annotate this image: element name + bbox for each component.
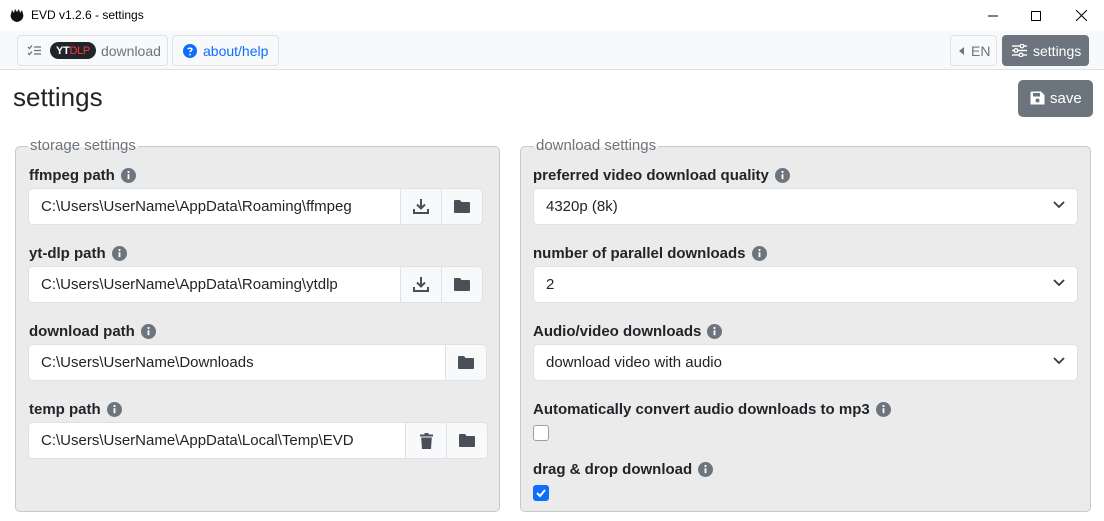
sliders-icon — [1012, 44, 1027, 57]
info-icon[interactable] — [774, 168, 790, 183]
download-settings-legend: download settings — [534, 137, 659, 155]
checkmark-icon — [536, 489, 546, 498]
info-icon[interactable] — [707, 324, 723, 339]
download-path-browse-button[interactable] — [446, 344, 487, 381]
av-select[interactable]: download video with audio — [533, 344, 1078, 381]
ffmpeg-download-button[interactable] — [401, 188, 442, 225]
download-settings-panel: download settings preferred video downlo… — [520, 137, 1091, 512]
app-logo-icon — [10, 9, 24, 22]
ytdlp-path-group: C:\Users\UserName\AppData\Roaming\ytdlp — [28, 266, 483, 303]
parallel-value: 2 — [546, 276, 555, 293]
ffmpeg-path-input[interactable]: C:\Users\UserName\AppData\Roaming\ffmpeg — [28, 188, 401, 225]
info-icon[interactable] — [106, 402, 122, 417]
close-icon — [1075, 10, 1087, 21]
download-path-input[interactable]: C:\Users\UserName\Downloads — [28, 344, 446, 381]
dragdrop-checkbox[interactable] — [533, 485, 549, 501]
about-help-button[interactable]: about/help — [172, 35, 279, 66]
folder-icon — [459, 434, 475, 447]
settings-tab-label: settings — [1033, 42, 1082, 59]
close-button[interactable] — [1058, 0, 1104, 31]
maximize-button[interactable] — [1013, 0, 1059, 31]
parallel-label-row: number of parallel downloads — [533, 245, 767, 262]
caret-left-icon — [959, 46, 964, 55]
chevron-down-icon — [1053, 279, 1065, 287]
parallel-label: number of parallel downloads — [533, 245, 746, 262]
window-title: EVD v1.2.6 - settings — [31, 8, 144, 22]
info-icon[interactable] — [111, 246, 127, 261]
quality-select[interactable]: 4320p (8k) — [533, 188, 1078, 225]
floppy-disk-icon — [1030, 91, 1045, 105]
av-label-row: Audio/video downloads — [533, 323, 723, 340]
download-tab-button[interactable]: YT DLP download — [17, 35, 168, 66]
download-tab-label: download — [100, 42, 161, 59]
ffmpeg-browse-button[interactable] — [442, 188, 483, 225]
info-icon[interactable] — [751, 246, 767, 261]
parallel-select[interactable]: 2 — [533, 266, 1078, 303]
save-label: save — [1050, 90, 1082, 107]
temp-path-label-row: temp path — [29, 401, 122, 418]
ffmpeg-path-group: C:\Users\UserName\AppData\Roaming\ffmpeg — [28, 188, 483, 225]
page-title: settings — [13, 82, 103, 112]
question-circle-icon — [183, 43, 197, 58]
window-titlebar: EVD v1.2.6 - settings — [0, 0, 1104, 31]
folder-icon — [454, 200, 470, 213]
ffmpeg-path-label: ffmpeg path — [29, 167, 115, 184]
folder-icon — [458, 356, 474, 369]
download-icon — [413, 277, 429, 292]
storage-settings-legend: storage settings — [28, 137, 138, 155]
mp3-label-row: Automatically convert audio downloads to… — [533, 401, 891, 418]
ytdlp-path-input[interactable]: C:\Users\UserName\AppData\Roaming\ytdlp — [28, 266, 401, 303]
quality-label: preferred video download quality — [533, 167, 769, 184]
temp-path-group: C:\Users\UserName\AppData\Local\Temp\EVD — [28, 422, 488, 459]
download-icon — [413, 199, 429, 214]
temp-path-input[interactable]: C:\Users\UserName\AppData\Local\Temp\EVD — [28, 422, 406, 459]
av-label: Audio/video downloads — [533, 323, 702, 340]
save-button[interactable]: save — [1018, 80, 1093, 117]
av-value: download video with audio — [546, 354, 722, 371]
info-icon[interactable] — [875, 402, 891, 417]
temp-clear-button[interactable] — [406, 422, 447, 459]
quality-label-row: preferred video download quality — [533, 167, 790, 184]
info-icon[interactable] — [698, 462, 714, 477]
storage-settings-panel: storage settings ffmpeg path C:\Users\Us… — [15, 137, 500, 512]
trash-icon — [419, 432, 433, 449]
settings-tab-button[interactable]: settings — [1002, 35, 1089, 66]
about-help-label: about/help — [203, 42, 269, 59]
ytdlp-path-label: yt-dlp path — [29, 245, 106, 262]
info-icon[interactable] — [140, 324, 156, 339]
ytdlp-download-button[interactable] — [401, 266, 442, 303]
ytdlp-path-label-row: yt-dlp path — [29, 245, 127, 262]
language-selector[interactable]: EN — [950, 35, 997, 66]
dragdrop-label-row: drag & drop download — [533, 461, 714, 478]
download-path-label: download path — [29, 323, 135, 340]
dragdrop-label: drag & drop download — [533, 461, 693, 478]
language-label: EN — [971, 42, 991, 59]
ytdlp-browse-button[interactable] — [442, 266, 483, 303]
chevron-down-icon — [1053, 357, 1065, 365]
info-icon[interactable] — [120, 168, 136, 183]
quality-value: 4320p (8k) — [546, 198, 618, 215]
maximize-icon — [1031, 10, 1041, 21]
mp3-checkbox[interactable] — [533, 425, 549, 441]
ffmpeg-path-label-row: ffmpeg path — [29, 167, 136, 184]
checklist-icon — [27, 45, 41, 56]
download-path-label-row: download path — [29, 323, 156, 340]
chevron-down-icon — [1053, 201, 1065, 209]
top-toolbar: YT DLP download about/help EN settings — [0, 31, 1104, 70]
minimize-icon — [988, 15, 998, 16]
minimize-button[interactable] — [970, 0, 1016, 31]
ytdlp-logo: YT DLP — [50, 42, 96, 59]
temp-browse-button[interactable] — [447, 422, 488, 459]
temp-path-label: temp path — [29, 401, 101, 418]
mp3-label: Automatically convert audio downloads to… — [533, 401, 870, 418]
download-path-group: C:\Users\UserName\Downloads — [28, 344, 487, 381]
folder-icon — [454, 278, 470, 291]
